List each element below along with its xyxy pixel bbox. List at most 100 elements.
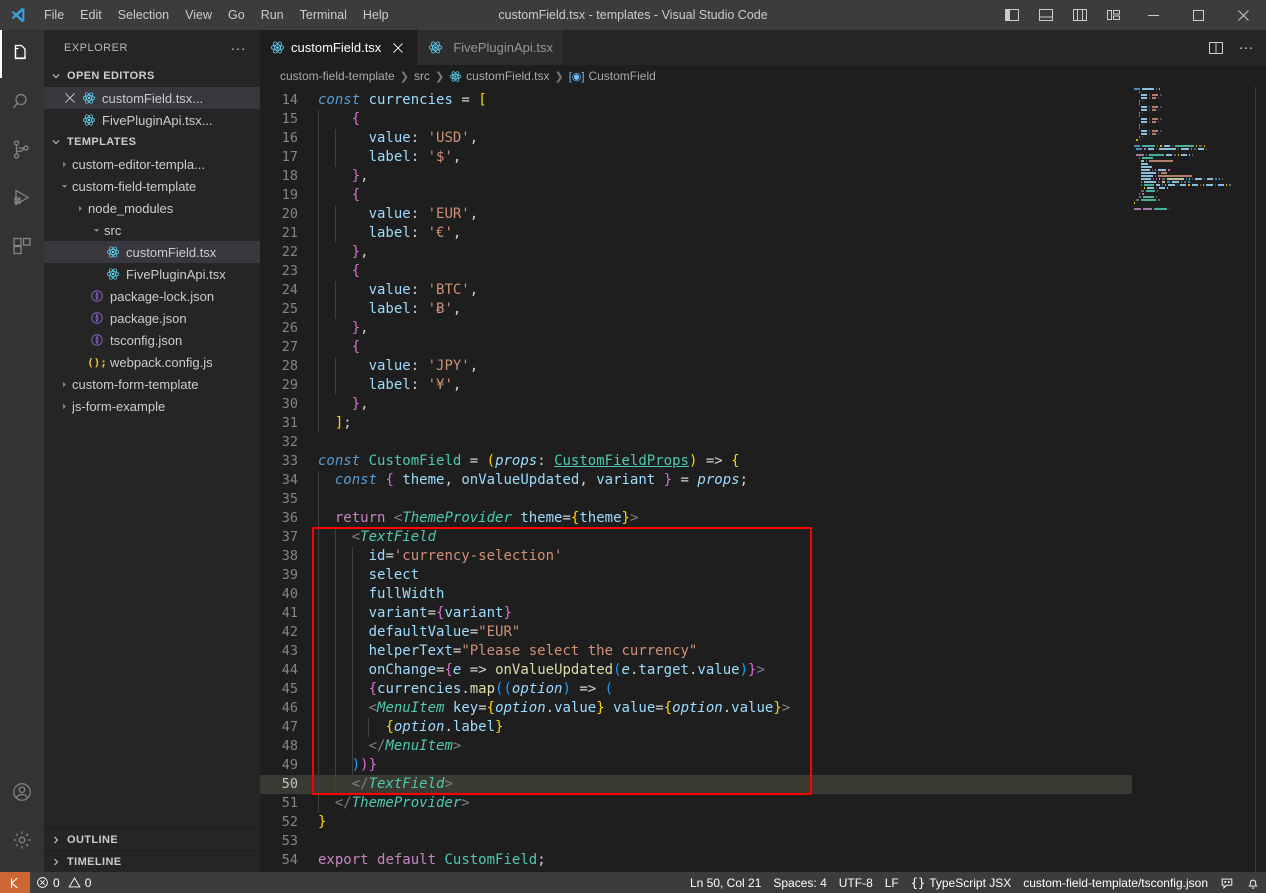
- code-line[interactable]: 36 return <ThemeProvider theme={theme}>: [260, 509, 1132, 528]
- code-scroll-area[interactable]: 14 const currencies = [15 {16 value: 'USD…: [260, 87, 1132, 872]
- code-line[interactable]: 38 id='currency-selection': [260, 547, 1132, 566]
- activitybar-item-source-control[interactable]: [0, 126, 44, 174]
- status-indentation[interactable]: Spaces: 4: [767, 872, 832, 893]
- code-line[interactable]: 16 value: 'USD',: [260, 129, 1132, 148]
- breadcrumb-item-file[interactable]: customField.tsx: [449, 69, 550, 83]
- code-line[interactable]: 32: [260, 433, 1132, 452]
- status-editor-position[interactable]: Ln 50, Col 21: [684, 872, 767, 893]
- code-line[interactable]: 43 helperText="Please select the currenc…: [260, 642, 1132, 661]
- more-actions-icon[interactable]: ···: [1232, 34, 1260, 62]
- menu-terminal[interactable]: Terminal: [292, 4, 355, 26]
- toggle-panel-icon[interactable]: [1029, 0, 1063, 30]
- customize-layout-icon[interactable]: [1097, 0, 1131, 30]
- code-line[interactable]: 21 label: '€',: [260, 224, 1132, 243]
- minimap[interactable]: [1132, 87, 1252, 872]
- activitybar-item-search[interactable]: [0, 78, 44, 126]
- code-line[interactable]: 20 value: 'EUR',: [260, 205, 1132, 224]
- remote-indicator[interactable]: [0, 872, 30, 893]
- code-line[interactable]: 51 </ThemeProvider>: [260, 794, 1132, 813]
- section-open-editors[interactable]: OPEN EDITORS: [44, 65, 260, 87]
- menu-help[interactable]: Help: [355, 4, 397, 26]
- code-line[interactable]: 29 label: '¥',: [260, 376, 1132, 395]
- menu-view[interactable]: View: [177, 4, 220, 26]
- tab-fivepluginapi-tsx[interactable]: FivePluginApi.tsx: [418, 30, 565, 65]
- tree-item-node-modules[interactable]: node_modules: [44, 197, 260, 219]
- code-line[interactable]: 34 const { theme, onValueUpdated, varian…: [260, 471, 1132, 490]
- tree-item-tsconfig-json[interactable]: tsconfig.json: [44, 329, 260, 351]
- section-timeline[interactable]: TIMELINE: [44, 850, 260, 872]
- code-line[interactable]: 39 select: [260, 566, 1132, 585]
- activitybar-item-explorer[interactable]: [0, 30, 44, 78]
- code-line[interactable]: 33 const CustomField = (props: CustomFiel…: [260, 452, 1132, 471]
- code-line[interactable]: 35: [260, 490, 1132, 509]
- code-line[interactable]: 49 ))}: [260, 756, 1132, 775]
- code-line[interactable]: 18 },: [260, 167, 1132, 186]
- minimize-button[interactable]: [1131, 0, 1176, 30]
- code-line[interactable]: 31 ];: [260, 414, 1132, 433]
- code-line[interactable]: 53: [260, 832, 1132, 851]
- activitybar-item-extensions[interactable]: [0, 222, 44, 270]
- tree-item-custom-form-template[interactable]: custom-form-template: [44, 373, 260, 395]
- status-eol[interactable]: LF: [879, 872, 905, 893]
- menu-file[interactable]: File: [36, 4, 72, 26]
- tree-item-custom-editor-template[interactable]: custom-editor-templa...: [44, 153, 260, 175]
- close-icon[interactable]: [60, 93, 80, 103]
- menu-selection[interactable]: Selection: [110, 4, 177, 26]
- menu-bar[interactable]: File Edit Selection View Go Run Terminal…: [36, 0, 397, 30]
- code-line[interactable]: 46 <MenuItem key={option.value} value={o…: [260, 699, 1132, 718]
- code-line[interactable]: 15 {: [260, 110, 1132, 129]
- section-outline[interactable]: OUTLINE: [44, 828, 260, 850]
- code-line[interactable]: 54 export default CustomField;: [260, 851, 1132, 870]
- tree-item-js-form-example[interactable]: js-form-example: [44, 395, 260, 417]
- sidebar-more-actions-icon[interactable]: ···: [223, 41, 255, 55]
- code-editor[interactable]: 14 const currencies = [15 {16 value: 'USD…: [260, 87, 1266, 872]
- status-language-mode[interactable]: {} TypeScript JSX: [905, 872, 1017, 893]
- toggle-primary-sidebar-icon[interactable]: [995, 0, 1029, 30]
- status-notifications[interactable]: [1240, 872, 1266, 893]
- menu-edit[interactable]: Edit: [72, 4, 110, 26]
- breadcrumb-item-symbol[interactable]: [◉] CustomField: [569, 69, 656, 83]
- menu-run[interactable]: Run: [253, 4, 292, 26]
- code-line[interactable]: 45 {currencies.map((option) => (: [260, 680, 1132, 699]
- close-button[interactable]: [1221, 0, 1266, 30]
- editor-scrollbar[interactable]: [1252, 87, 1266, 872]
- tree-item-package-json[interactable]: package.json: [44, 307, 260, 329]
- tree-item-custom-field-template[interactable]: custom-field-template: [44, 175, 260, 197]
- activitybar-item-run-and-debug[interactable]: [0, 174, 44, 222]
- code-line[interactable]: 44 onChange={e => onValueUpdated(e.targe…: [260, 661, 1132, 680]
- code-line[interactable]: 24 value: 'BTC',: [260, 281, 1132, 300]
- tree-item-package-lock-json[interactable]: package-lock.json: [44, 285, 260, 307]
- activitybar-item-accounts[interactable]: [0, 768, 44, 816]
- status-feedback[interactable]: [1214, 872, 1240, 893]
- code-line[interactable]: 52}: [260, 813, 1132, 832]
- code-line[interactable]: 47 {option.label}: [260, 718, 1132, 737]
- code-line[interactable]: 41 variant={variant}: [260, 604, 1132, 623]
- split-editor-right-icon[interactable]: [1202, 34, 1230, 62]
- menu-go[interactable]: Go: [220, 4, 253, 26]
- open-editor-item-customfield[interactable]: customField.tsx...: [44, 87, 260, 109]
- tree-item-customfield-tsx[interactable]: customField.tsx: [44, 241, 260, 263]
- breadcrumb-item-folder[interactable]: custom-field-template: [280, 69, 395, 83]
- code-line[interactable]: 26 },: [260, 319, 1132, 338]
- status-problems[interactable]: 0 0: [30, 872, 97, 893]
- code-line[interactable]: 14 const currencies = [: [260, 91, 1132, 110]
- code-line[interactable]: 22 },: [260, 243, 1132, 262]
- code-line[interactable]: 23 {: [260, 262, 1132, 281]
- code-line[interactable]: 30 },: [260, 395, 1132, 414]
- maximize-button[interactable]: [1176, 0, 1221, 30]
- close-icon[interactable]: [389, 39, 407, 57]
- open-editor-item-fivepluginapi[interactable]: FivePluginApi.tsx...: [44, 109, 260, 131]
- code-line[interactable]: 28 value: 'JPY',: [260, 357, 1132, 376]
- tree-item-src[interactable]: src: [44, 219, 260, 241]
- activitybar-item-manage[interactable]: [0, 816, 44, 864]
- toggle-secondary-sidebar-icon[interactable]: [1063, 0, 1097, 30]
- tree-item-webpack-config-js[interactable]: (); webpack.config.js: [44, 351, 260, 373]
- code-line[interactable]: 25 label: 'Ƀ',: [260, 300, 1132, 319]
- code-line[interactable]: 37 <TextField: [260, 528, 1132, 547]
- code-lines[interactable]: 14 const currencies = [15 {16 value: 'USD…: [260, 87, 1132, 870]
- code-line[interactable]: 40 fullWidth: [260, 585, 1132, 604]
- code-line[interactable]: 50 </TextField>: [260, 775, 1132, 794]
- status-tsconfig[interactable]: custom-field-template/tsconfig.json: [1017, 872, 1214, 893]
- code-line[interactable]: 48 </MenuItem>: [260, 737, 1132, 756]
- code-line[interactable]: 19 {: [260, 186, 1132, 205]
